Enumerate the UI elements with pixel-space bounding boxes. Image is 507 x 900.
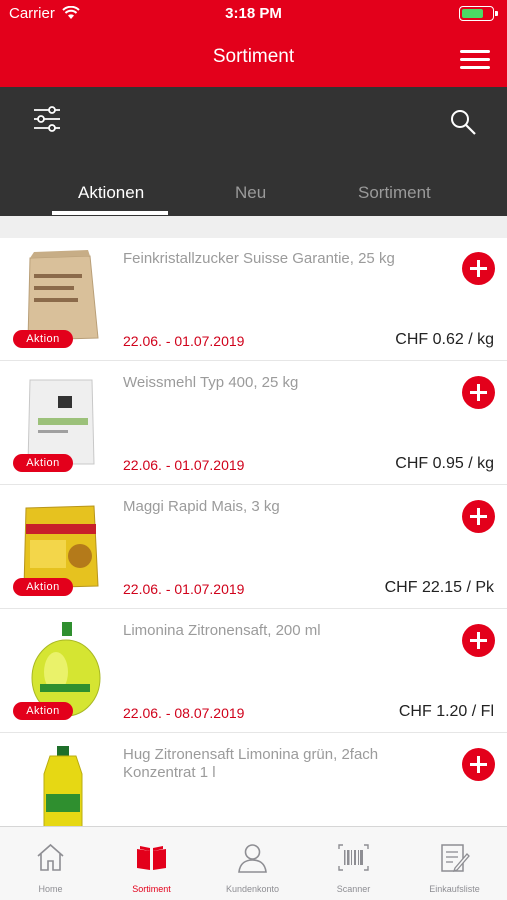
tabbar-label: Scanner (336, 884, 371, 894)
list-item[interactable]: Aktion Weissmehl Typ 400, 25 kg 22.06. -… (0, 362, 507, 485)
promo-date: 22.06. - 08.07.2019 (123, 705, 245, 721)
product-price: CHF 22.15 / Pk (384, 579, 494, 596)
filter-sliders-icon[interactable] (32, 104, 62, 134)
list-item[interactable]: Aktion Limonina Zitronensaft, 200 ml 22.… (0, 610, 507, 733)
promo-date: 22.06. - 01.07.2019 (123, 581, 245, 597)
aktion-badge: Aktion (13, 578, 73, 596)
app-screen: Carrier 3:18 PM Sortiment Aktionen Neu S… (0, 0, 507, 900)
battery-icon (459, 6, 498, 21)
tabbar-home[interactable]: Home (0, 827, 101, 900)
add-to-list-button[interactable] (462, 624, 495, 657)
product-list: Aktion Feinkristallzucker Suisse Garanti… (0, 238, 507, 826)
header-bar: Carrier 3:18 PM Sortiment (0, 0, 507, 87)
promo-date: 22.06. - 01.07.2019 (123, 333, 245, 349)
page-title: Sortiment (212, 46, 295, 67)
tabbar-label: Sortiment (132, 884, 171, 894)
tab-aktionen[interactable]: Aktionen (78, 183, 144, 203)
tab-sortiment[interactable]: Sortiment (358, 183, 431, 203)
book-icon (137, 846, 166, 870)
tabbar-kundenkonto[interactable]: Kundenkonto (202, 827, 303, 900)
tab-neu[interactable]: Neu (235, 183, 266, 203)
active-tab-indicator (52, 211, 168, 215)
promo-date: 22.06. - 01.07.2019 (123, 457, 245, 473)
search-icon[interactable] (449, 108, 477, 136)
product-title: Maggi Rapid Mais, 3 kg (123, 498, 280, 515)
status-bar: Carrier 3:18 PM (0, 0, 507, 28)
tabbar-einkaufsliste[interactable]: Einkaufsliste (404, 827, 505, 900)
edit-list-icon (441, 844, 470, 873)
list-item[interactable]: Aktion Maggi Rapid Mais, 3 kg 22.06. - 0… (0, 486, 507, 609)
add-to-list-button[interactable] (462, 376, 495, 409)
barcode-icon (338, 844, 369, 871)
product-price: CHF 1.20 / Fl (398, 703, 494, 720)
aktion-badge: Aktion (13, 330, 73, 348)
product-title: Feinkristallzucker Suisse Garantie, 25 k… (123, 250, 395, 267)
add-to-list-button[interactable] (462, 748, 495, 781)
list-spacer (0, 216, 507, 238)
tabbar-label: Kundenkonto (225, 884, 280, 894)
tabbar-label: Home (38, 884, 63, 894)
add-to-list-button[interactable] (462, 252, 495, 285)
product-price: CHF 0.95 / kg (395, 455, 494, 472)
product-price: CHF 0.62 / kg (395, 331, 494, 348)
product-title: Weissmehl Typ 400, 25 kg (123, 374, 299, 391)
user-icon (238, 844, 267, 873)
tabbar-scanner[interactable]: Scanner (303, 827, 404, 900)
hamburger-menu-icon[interactable] (460, 48, 490, 70)
aktion-badge: Aktion (13, 702, 73, 720)
list-item[interactable]: Aktion Feinkristallzucker Suisse Garanti… (0, 238, 507, 361)
product-title: Hug Zitronensaft Limonina grün, 2fach Ko… (123, 746, 379, 781)
juice-bottle-image (43, 746, 83, 826)
list-item[interactable]: Hug Zitronensaft Limonina grün, 2fach Ko… (0, 734, 507, 826)
home-icon (37, 843, 64, 871)
tabbar-label: Einkaufsliste (429, 884, 480, 894)
add-to-list-button[interactable] (462, 500, 495, 533)
bottom-tab-bar: Home Sortiment Kundenkonto Scanner Einka… (0, 826, 507, 900)
product-title: Limonina Zitronensaft, 200 ml (123, 622, 321, 639)
status-time: 3:18 PM (225, 5, 282, 22)
tabbar-sortiment[interactable]: Sortiment (101, 827, 202, 900)
aktion-badge: Aktion (13, 454, 73, 472)
